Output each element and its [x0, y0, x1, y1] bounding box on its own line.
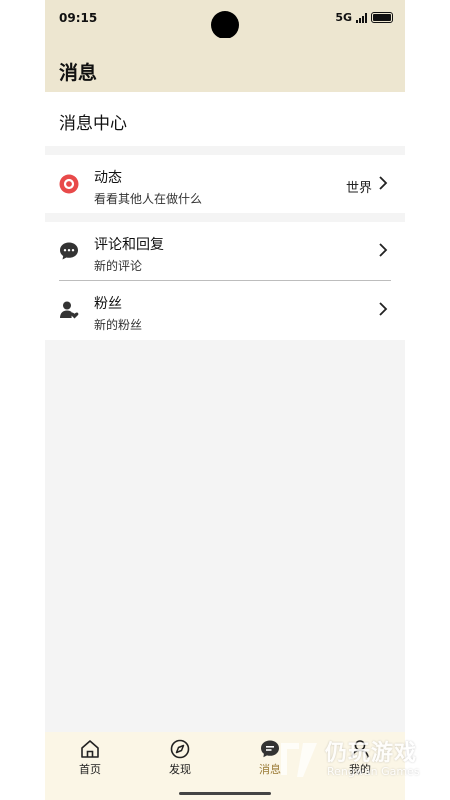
watermark: 仍玩游戏 Rengwan Games	[277, 735, 437, 783]
front-camera	[211, 11, 239, 39]
item-title: 粉丝	[94, 296, 122, 312]
dynamics-card: 动态 看看其他人在做什么 世界	[45, 155, 405, 213]
signal-icon	[356, 12, 367, 23]
tab-home[interactable]: 首页	[55, 738, 125, 786]
tab-discover[interactable]: 发现	[145, 738, 215, 786]
home-indicator	[179, 792, 271, 795]
status-time: 09:15	[59, 11, 98, 25]
chevron-right-icon	[376, 301, 390, 317]
chat-bubble-icon	[59, 241, 79, 261]
watermark-title: 仍玩游戏	[325, 741, 418, 766]
chevron-right-icon	[376, 175, 390, 191]
app-header: 消息	[45, 38, 405, 92]
page-title: 消息	[59, 62, 98, 84]
status-icons: 5G	[335, 11, 393, 24]
phone-screen: 09:15 5G 消息 消息中心 动态 看看其他人在做什么 世界 评论和回复 新…	[45, 0, 405, 800]
item-title: 动态	[94, 170, 122, 186]
user-heart-icon	[59, 300, 79, 320]
list-item-fans[interactable]: 粉丝 新的粉丝	[45, 281, 405, 339]
target-icon	[59, 174, 79, 194]
tab-label: 发现	[169, 763, 191, 776]
watermark-subtitle: Rengwan Games	[327, 765, 420, 778]
item-subtitle: 新的评论	[94, 259, 143, 273]
item-title: 评论和回复	[94, 237, 164, 253]
tab-label: 首页	[79, 763, 101, 776]
section-title: 消息中心	[59, 114, 127, 134]
item-subtitle: 新的粉丝	[94, 318, 143, 332]
network-type: 5G	[335, 11, 352, 24]
list-item-dynamics[interactable]: 动态 看看其他人在做什么 世界	[45, 155, 405, 213]
item-subtitle: 看看其他人在做什么	[94, 192, 203, 206]
section-header: 消息中心	[45, 92, 405, 146]
item-right-label: 世界	[345, 181, 372, 196]
battery-icon	[371, 12, 393, 23]
list-item-comments[interactable]: 评论和回复 新的评论	[45, 222, 405, 280]
chevron-right-icon	[376, 242, 390, 258]
home-icon	[81, 740, 99, 758]
status-bar: 09:15 5G	[45, 0, 405, 39]
notifications-card: 评论和回复 新的评论 粉丝 新的粉丝	[45, 222, 405, 340]
compass-icon	[170, 739, 190, 759]
watermark-logo-icon	[281, 743, 317, 777]
